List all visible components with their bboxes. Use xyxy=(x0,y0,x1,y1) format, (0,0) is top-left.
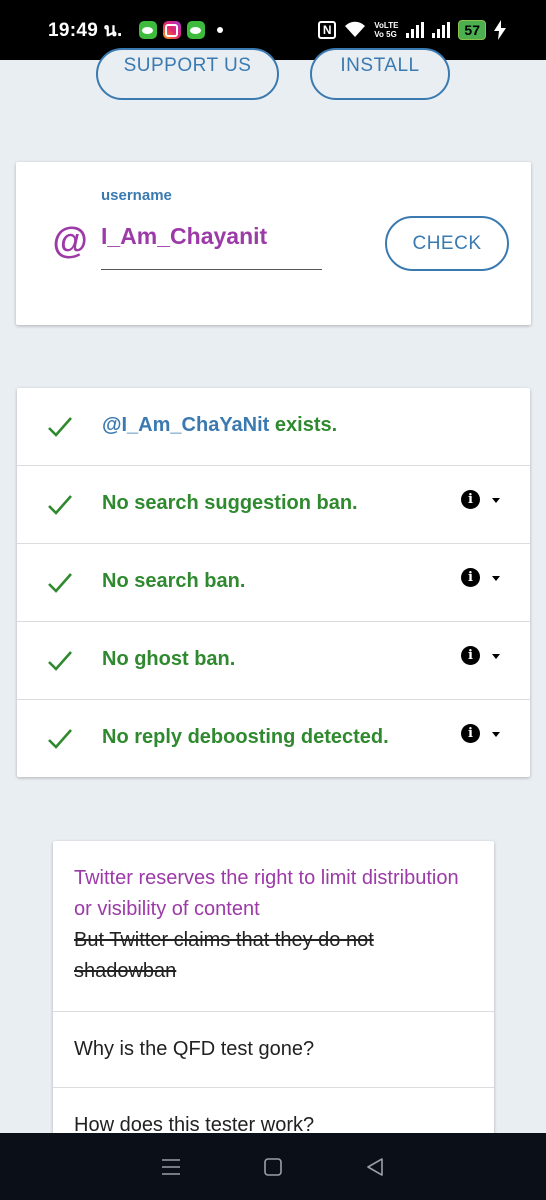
at-sign-icon: @ xyxy=(52,220,88,261)
result-text: No search suggestion ban. xyxy=(102,492,358,514)
triangle-back-icon[interactable] xyxy=(363,1155,387,1179)
result-text: No reply deboosting detected. xyxy=(102,726,389,748)
result-text: @I_Am_ChaYaNit exists. xyxy=(102,414,337,437)
result-row-reply-deboosting[interactable]: No reply deboosting detected. i xyxy=(17,700,530,778)
caret-down-icon[interactable] xyxy=(492,732,500,737)
checkmark-icon xyxy=(48,417,72,437)
username-form-card: @ username CHECK xyxy=(16,162,531,325)
result-row-ghost-ban[interactable]: No ghost ban. i xyxy=(17,622,530,700)
result-status: exists. xyxy=(274,414,338,436)
checkmark-icon xyxy=(48,651,72,671)
checkmark-icon xyxy=(48,495,72,515)
result-row-exists: @I_Am_ChaYaNit exists. xyxy=(17,388,530,466)
result-text: No ghost ban. xyxy=(102,648,236,670)
square-icon[interactable] xyxy=(261,1155,285,1179)
checkmark-icon xyxy=(48,729,72,749)
result-text: No search ban. xyxy=(102,570,246,592)
caret-down-icon[interactable] xyxy=(492,654,500,659)
check-button[interactable]: CHECK xyxy=(385,216,509,271)
info-icon[interactable]: i xyxy=(461,646,480,665)
system-nav-bar xyxy=(0,1133,546,1200)
checkmark-icon xyxy=(48,573,72,593)
result-row-search-suggestion[interactable]: No search suggestion ban. i xyxy=(17,466,530,544)
info-icon[interactable]: i xyxy=(461,724,480,743)
results-card: @I_Am_ChaYaNit exists. No search suggest… xyxy=(17,388,530,777)
result-row-search-ban[interactable]: No search ban. i xyxy=(17,544,530,622)
menu-icon[interactable] xyxy=(159,1155,183,1179)
info-icon[interactable]: i xyxy=(461,568,480,587)
faq-item-distribution[interactable]: Twitter reserves the right to limit dist… xyxy=(53,841,494,1012)
username-input[interactable] xyxy=(101,220,322,270)
caret-down-icon[interactable] xyxy=(492,498,500,503)
username-label: username xyxy=(101,187,172,204)
faq-item-qfd[interactable]: Why is the QFD test gone? xyxy=(53,1012,494,1088)
caret-down-icon[interactable] xyxy=(492,576,500,581)
status-bar-mask xyxy=(0,0,546,60)
faq-highlight-text: Twitter reserves the right to limit dist… xyxy=(74,867,459,920)
faq-struck-text: But Twitter claims that they do not shad… xyxy=(74,929,374,982)
result-username: @I_Am_ChaYaNit xyxy=(102,414,270,436)
info-icon[interactable]: i xyxy=(461,490,480,509)
